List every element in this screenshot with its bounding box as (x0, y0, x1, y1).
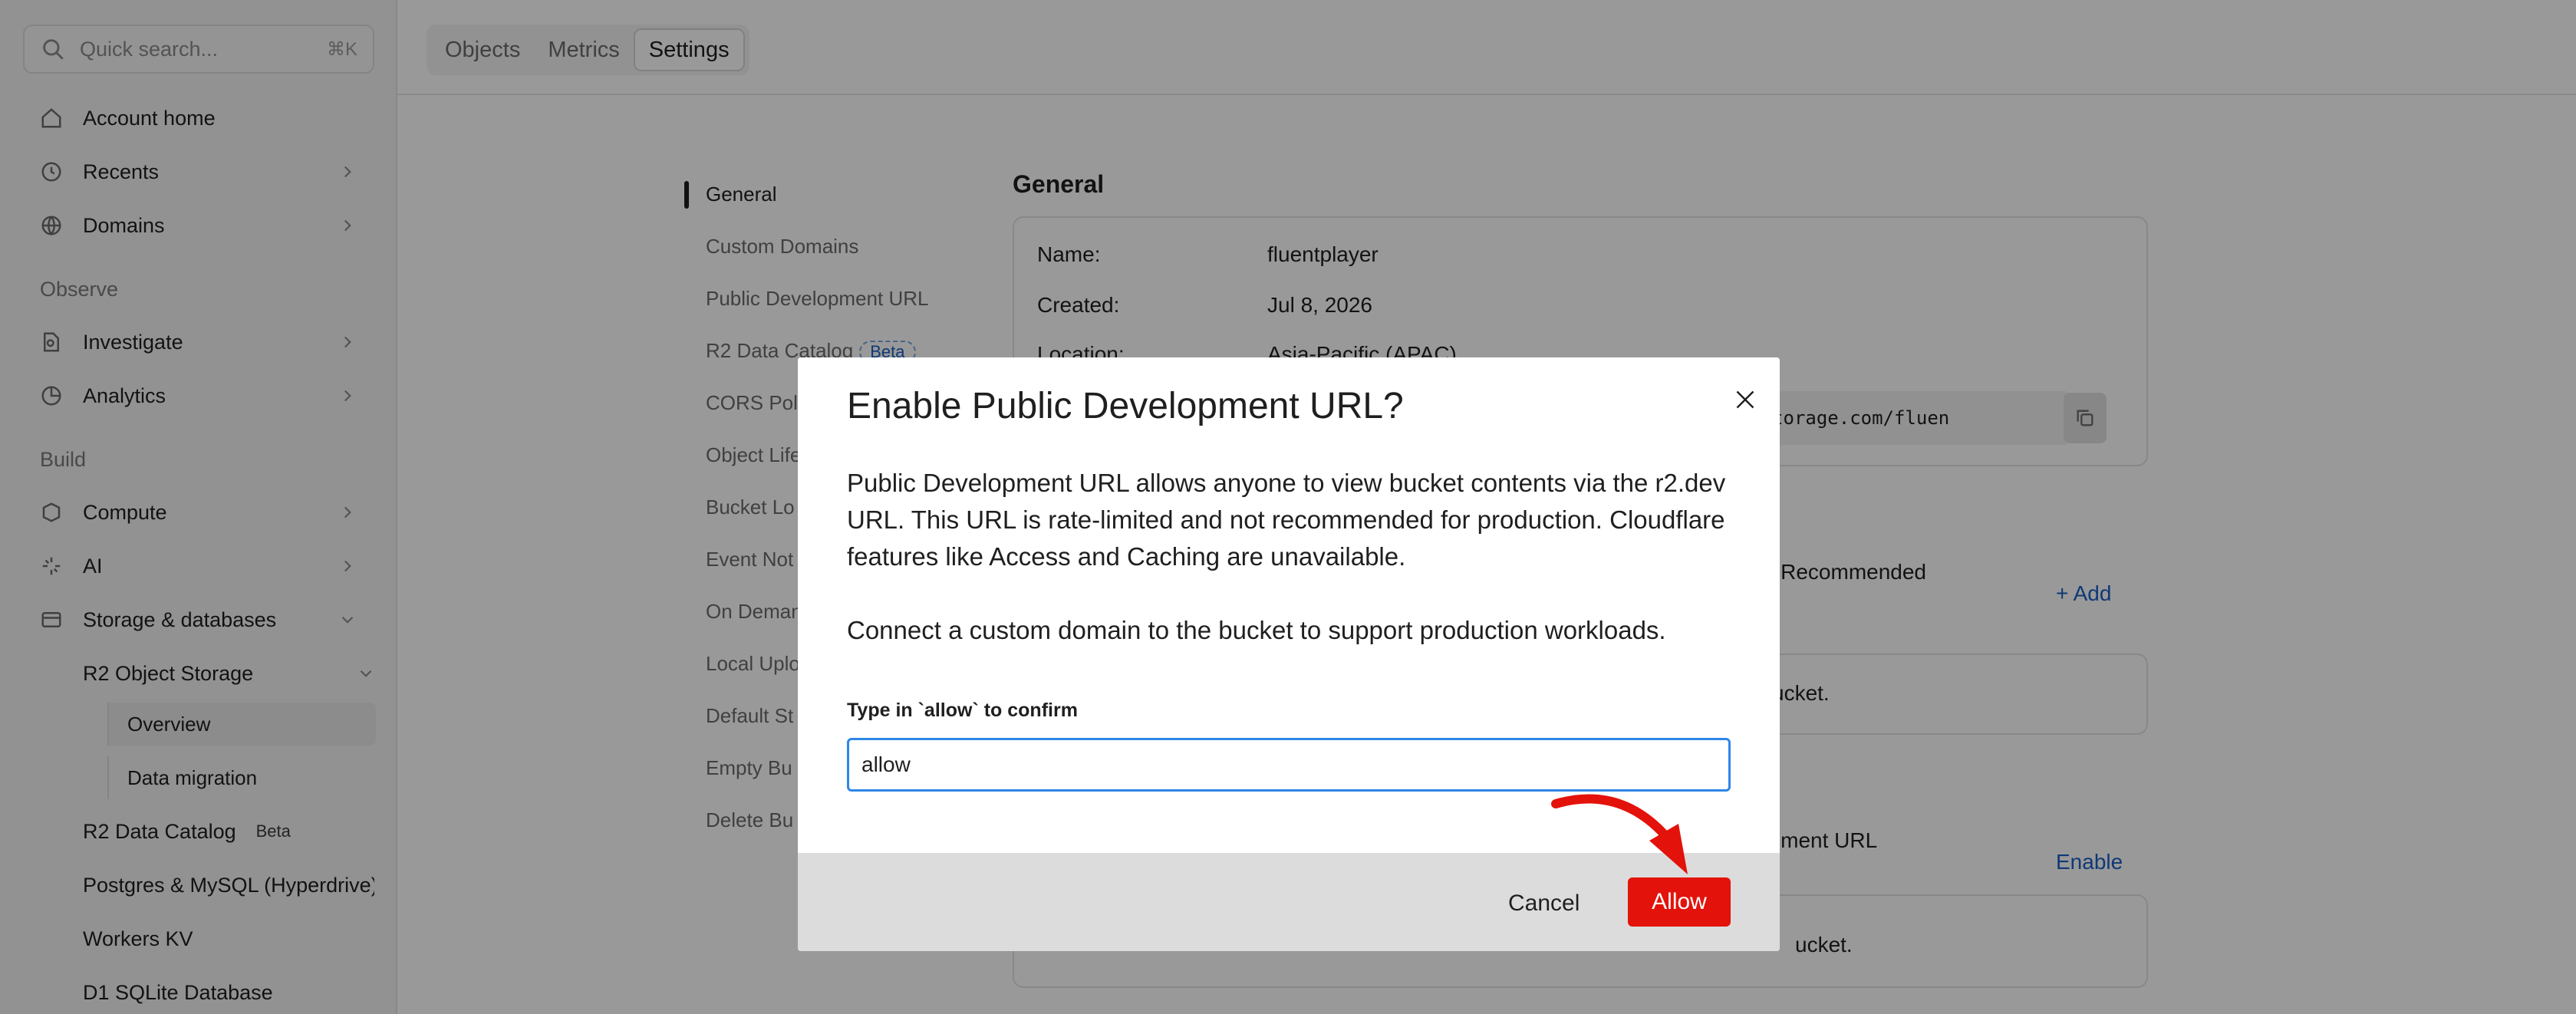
dialog-title: Enable Public Development URL? (847, 386, 1404, 426)
dialog-description: Public Development URL allows anyone to … (847, 469, 1726, 571)
close-button[interactable] (1726, 380, 1764, 419)
cancel-button[interactable]: Cancel (1508, 888, 1580, 919)
confirm-label: Type in `allow` to confirm (847, 700, 1078, 721)
dialog-recommendation: Connect a custom domain to the bucket to… (847, 616, 1666, 644)
allow-button[interactable]: Allow (1628, 877, 1731, 927)
confirm-input[interactable] (847, 738, 1731, 792)
close-icon (1736, 390, 1754, 409)
annotation-arrow-icon (1551, 794, 1688, 874)
